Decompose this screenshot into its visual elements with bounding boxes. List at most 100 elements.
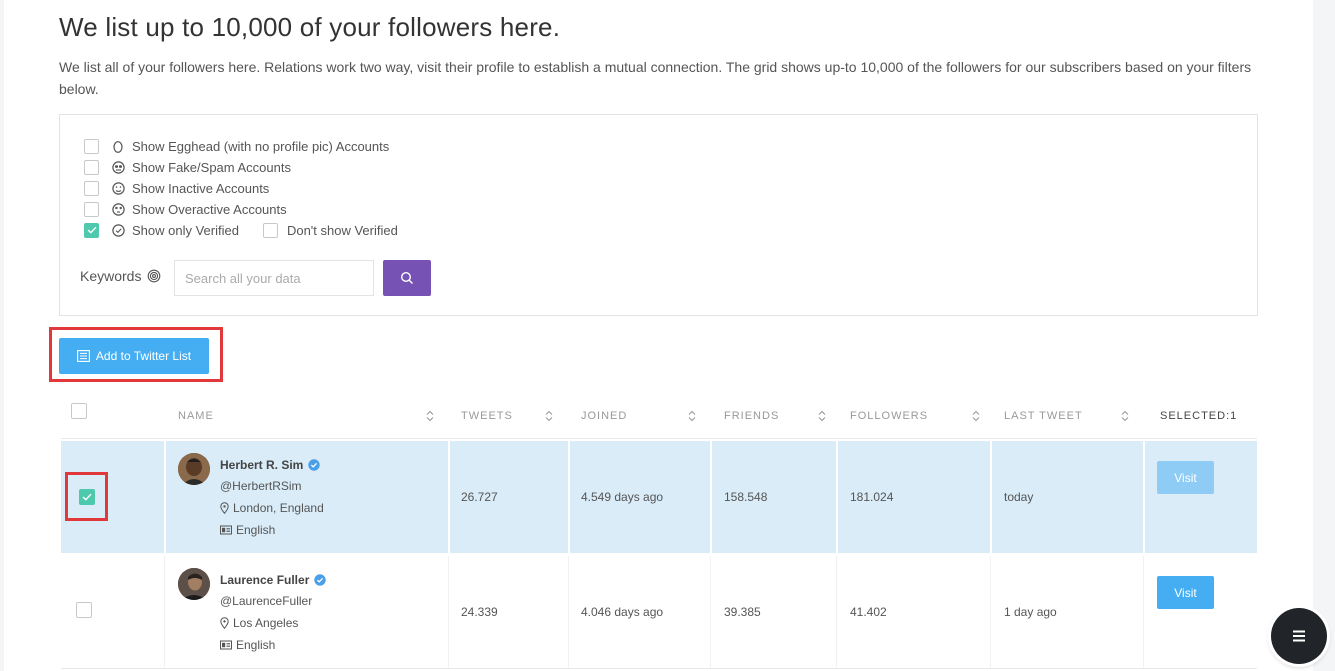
user-location: Los Angeles — [220, 616, 298, 630]
filter-fake-label: Show Fake/Spam Accounts — [132, 159, 291, 175]
filter-overactive[interactable]: Show Overactive Accounts — [84, 200, 287, 218]
cell-followers: 41.402 — [850, 605, 887, 619]
cell-friends: 39.385 — [724, 605, 761, 619]
egg-icon — [111, 139, 125, 153]
column-followers-label: FOLLOWERS — [850, 410, 929, 422]
column-selected: SELECTED:1 — [1160, 398, 1250, 434]
verified-icon — [308, 459, 321, 471]
user-handle: @LaurenceFuller — [220, 594, 313, 608]
keywords-search-input[interactable] — [174, 260, 374, 296]
table-header: NAME TWEETS JOINED FRIENDS FOLLOWERS LAS… — [61, 398, 1257, 439]
sort-icon — [972, 410, 980, 422]
visit-button[interactable]: Visit — [1157, 576, 1214, 609]
user-language: English — [220, 638, 275, 652]
filter-dont-verified-label: Don't show Verified — [286, 222, 398, 238]
user-language: English — [220, 523, 275, 537]
table-row[interactable]: Laurence Fuller @LaurenceFuller Los Ange… — [61, 556, 1257, 668]
cell-last-tweet: 1 day ago — [1004, 605, 1057, 619]
column-last-tweet-label: LAST TWEET — [1004, 410, 1083, 422]
page-title: We list up to 10,000 of your followers h… — [59, 12, 561, 42]
inactive-checkbox[interactable] — [84, 180, 99, 196]
column-followers[interactable]: FOLLOWERS — [850, 398, 990, 434]
sort-icon — [818, 410, 826, 422]
filter-overactive-label: Show Overactive Accounts — [132, 201, 287, 217]
page-description: We list all of your followers here. Rela… — [59, 59, 1252, 97]
row-checkbox[interactable] — [76, 602, 92, 618]
keywords-label: Keywords — [80, 268, 161, 284]
column-last-tweet[interactable]: LAST TWEET — [1004, 398, 1144, 434]
neutral-face-icon — [111, 181, 125, 195]
column-joined[interactable]: JOINED — [581, 398, 701, 434]
cell-last-tweet: today — [1004, 490, 1034, 504]
table-bottom-border — [61, 668, 1257, 669]
cell-joined: 4.549 days ago — [581, 490, 664, 504]
row-checkbox-highlight — [65, 472, 108, 521]
cell-tweets: 24.339 — [461, 605, 498, 619]
location-pin-icon — [220, 502, 229, 514]
dont-show-verified-checkbox[interactable] — [262, 222, 278, 238]
add-to-twitter-list-label: Add to Twitter List — [95, 349, 192, 363]
cell-joined: 4.046 days ago — [581, 605, 664, 619]
filter-inactive-label: Show Inactive Accounts — [132, 180, 270, 196]
user-language-text: English — [236, 523, 276, 537]
language-icon — [220, 525, 232, 535]
egghead-checkbox[interactable] — [84, 138, 99, 154]
user-name[interactable]: Laurence Fuller — [220, 573, 327, 587]
verified-icon — [314, 574, 327, 586]
filter-fake[interactable]: Show Fake/Spam Accounts — [84, 158, 291, 176]
location-pin-icon — [220, 617, 229, 629]
verified-checkbox[interactable] — [84, 222, 99, 238]
avatar[interactable] — [178, 453, 210, 485]
sort-icon — [1121, 410, 1129, 422]
user-language-text: English — [236, 638, 276, 652]
filter-verified[interactable]: Show only Verified Don't show Verified — [84, 221, 398, 239]
cell-tweets: 26.727 — [461, 490, 498, 504]
avatar[interactable] — [178, 568, 210, 600]
filter-egghead[interactable]: Show Egghead (with no profile pic) Accou… — [84, 137, 389, 155]
column-name[interactable]: NAME — [178, 398, 436, 434]
filter-verified-label: Show only Verified — [132, 222, 239, 238]
user-handle: @HerbertRSim — [220, 479, 302, 493]
user-name[interactable]: Herbert R. Sim — [220, 458, 321, 472]
filter-panel: Show Egghead (with no profile pic) Accou… — [59, 114, 1258, 316]
dizzy-face-icon — [111, 202, 125, 216]
sort-icon — [426, 410, 434, 422]
user-location: London, England — [220, 501, 324, 515]
sort-icon — [545, 410, 553, 422]
robot-icon — [111, 160, 125, 174]
menu-fab-button[interactable] — [1271, 608, 1327, 664]
column-friends-label: FRIENDS — [724, 410, 780, 422]
row-checkbox[interactable] — [79, 489, 95, 505]
cell-friends: 158.548 — [724, 490, 768, 504]
keywords-label-text: Keywords — [80, 268, 142, 284]
search-icon — [400, 271, 413, 284]
column-tweets[interactable]: TWEETS — [461, 398, 561, 434]
verified-badge-icon — [111, 223, 125, 237]
add-to-list-highlight: Add to Twitter List — [49, 327, 223, 382]
add-to-twitter-list-button[interactable]: Add to Twitter List — [59, 338, 209, 374]
filter-inactive[interactable]: Show Inactive Accounts — [84, 179, 269, 197]
table-row[interactable]: Herbert R. Sim @HerbertRSim London, Engl… — [61, 441, 1257, 553]
user-location-text: London, England — [233, 501, 324, 515]
user-location-text: Los Angeles — [233, 616, 299, 630]
column-friends[interactable]: FRIENDS — [724, 398, 834, 434]
user-name-text: Laurence Fuller — [220, 573, 310, 587]
column-joined-label: JOINED — [581, 410, 628, 422]
select-all-checkbox[interactable] — [71, 403, 87, 419]
column-tweets-label: TWEETS — [461, 410, 513, 422]
language-icon — [220, 640, 232, 650]
visit-button[interactable]: Visit — [1157, 461, 1214, 494]
sort-icon — [688, 410, 696, 422]
cell-followers: 181.024 — [850, 490, 894, 504]
hamburger-icon — [1293, 630, 1305, 642]
user-name-text: Herbert R. Sim — [220, 458, 304, 472]
keywords-search-button[interactable] — [383, 260, 431, 296]
filter-egghead-label: Show Egghead (with no profile pic) Accou… — [132, 138, 390, 154]
column-name-label: NAME — [178, 410, 214, 422]
list-icon — [76, 350, 90, 362]
fake-checkbox[interactable] — [84, 159, 99, 175]
page: We list up to 10,000 of your followers h… — [4, 0, 1313, 671]
fingerprint-icon — [147, 269, 161, 283]
overactive-checkbox[interactable] — [84, 201, 99, 217]
column-selected-label: SELECTED:1 — [1160, 410, 1238, 422]
